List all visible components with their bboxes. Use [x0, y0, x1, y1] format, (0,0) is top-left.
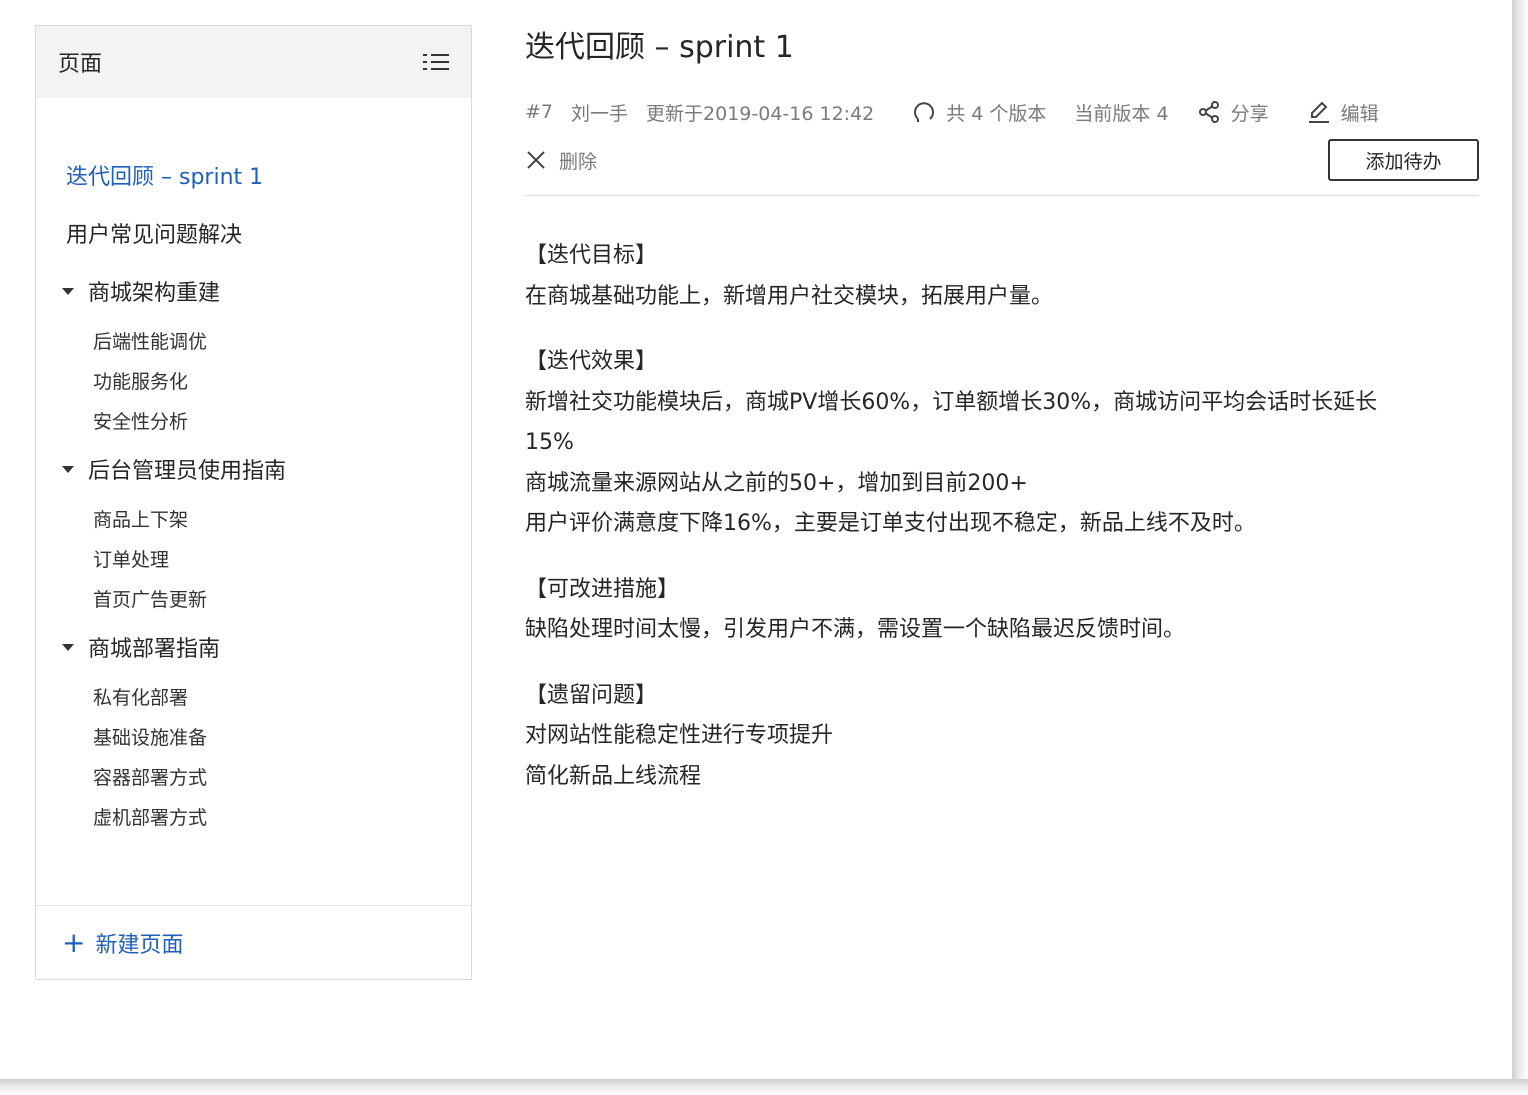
tree-item-vm-deploy[interactable]: 虚机部署方式 — [36, 796, 471, 836]
section-line: 对网站性能稳定性进行专项提升 — [525, 723, 834, 748]
sidebar-header: 页面 — [36, 26, 471, 98]
share-button[interactable]: 分享 — [1197, 99, 1269, 126]
tree-item-backend-tuning[interactable]: 后端性能调优 — [36, 320, 471, 360]
section-heading: 【迭代效果】 — [525, 349, 658, 374]
tree-item-homepage-ads[interactable]: 首页广告更新 — [36, 578, 471, 618]
tree-item-label: 虚机部署方式 — [93, 806, 208, 829]
section-effect: 【迭代效果】 新增社交功能模块后，商城PV增长60%，订单额增长30%，商城访问… — [525, 342, 1479, 545]
section-line: 缺陷处理时间太慢，引发用户不满，需设置一个缺陷最迟反馈时间。 — [525, 617, 1186, 642]
page-actions: 删除 添加待办 — [525, 139, 1479, 181]
tree-item-label: 容器部署方式 — [93, 766, 208, 789]
section-line: 商城流量来源网站从之前的50+，增加到目前200+ — [525, 470, 1028, 496]
page-id: #7 — [525, 101, 554, 123]
section-goal: 【迭代目标】 在商城基础功能上，新增用户社交模块，拓展用户量。 — [525, 236, 1479, 317]
tree-item-sprint-review[interactable]: 迭代回顾 – sprint 1 — [36, 146, 471, 204]
page-updated: 更新于2019-04-16 12:42 — [646, 102, 875, 125]
tree-item-label: 私有化部署 — [93, 686, 189, 709]
tree-item-security-analysis[interactable]: 安全性分析 — [36, 400, 471, 440]
section-open-issues: 【遗留问题】 对网站性能稳定性进行专项提升 简化新品上线流程 — [525, 676, 1479, 798]
section-improvements: 【可改进措施】 缺陷处理时间太慢，引发用户不满，需设置一个缺陷最迟反馈时间。 — [525, 570, 1479, 651]
tree-item-product-listing[interactable]: 商品上下架 — [36, 498, 471, 538]
new-page-label: 新建页面 — [95, 932, 184, 958]
share-icon — [1198, 101, 1219, 123]
versions-label: 共 4 个版本 — [946, 102, 1047, 125]
list-icon[interactable] — [423, 51, 449, 73]
caret-down-icon[interactable] — [62, 643, 74, 651]
tree-item-label: 订单处理 — [93, 548, 170, 571]
delete-label: 删除 — [559, 150, 598, 173]
caret-down-icon[interactable] — [62, 287, 74, 295]
page-meta: #7 刘一手 更新于2019-04-16 12:42 共 4 个版本 当前版本 … — [525, 97, 1479, 127]
page-tree: 迭代回顾 – sprint 1 用户常见问题解决 商城架构重建 后端性能调优 功… — [36, 98, 471, 836]
tree-item-label: 用户常见问题解决 — [66, 223, 243, 248]
section-line: 用户评价满意度下降16%，主要是订单支付出现不稳定，新品上线不及时。 — [525, 511, 1256, 536]
sidebar-title: 页面 — [58, 52, 103, 77]
versions-button[interactable]: 共 4 个版本 — [912, 99, 1046, 126]
section-line: 新增社交功能模块后，商城PV增长60%，订单额增长30%，商城访问平均会话时长延… — [525, 389, 1378, 415]
page-title: 迭代回顾 – sprint 1 — [525, 30, 794, 65]
section-heading: 【遗留问题】 — [525, 682, 658, 708]
tree-item-user-faq[interactable]: 用户常见问题解决 — [36, 204, 471, 262]
tree-item-label: 安全性分析 — [93, 410, 189, 433]
add-todo-button[interactable]: 添加待办 — [1328, 139, 1479, 181]
tree-item-label: 首页广告更新 — [93, 588, 208, 611]
edit-label: 编辑 — [1340, 102, 1379, 125]
tree-item-label: 商城部署指南 — [88, 637, 221, 662]
tree-item-private-deploy[interactable]: 私有化部署 — [36, 676, 471, 716]
tree-item-label: 迭代回顾 – sprint 1 — [66, 165, 264, 190]
tree-item-infrastructure[interactable]: 基础设施准备 — [36, 716, 471, 756]
edit-button[interactable]: 编辑 — [1307, 99, 1379, 126]
page-sidebar: 页面 迭代回顾 – sprint 1 用户常见问题解决 商城架构重建 后端性能调… — [35, 25, 472, 980]
new-page-button[interactable]: + 新建页面 — [36, 905, 471, 979]
tree-item-service-oriented[interactable]: 功能服务化 — [36, 360, 471, 400]
current-version: 当前版本 4 — [1074, 102, 1169, 125]
tree-item-label: 后端性能调优 — [93, 330, 208, 353]
history-icon — [914, 102, 935, 122]
section-line: 15% — [525, 430, 574, 455]
page-author[interactable]: 刘一手 — [571, 99, 628, 126]
caret-down-icon[interactable] — [62, 465, 74, 473]
window-shadow-bottom — [0, 1079, 1528, 1095]
pencil-icon — [1308, 101, 1329, 123]
close-icon — [527, 151, 545, 169]
plus-icon: + — [62, 925, 86, 959]
divider — [525, 195, 1479, 196]
tree-item-order-processing[interactable]: 订单处理 — [36, 538, 471, 578]
tree-item-label: 后台管理员使用指南 — [88, 459, 287, 484]
tree-item-label: 功能服务化 — [93, 370, 189, 393]
delete-button[interactable]: 删除 — [525, 147, 597, 174]
tree-item-admin-guide[interactable]: 后台管理员使用指南 — [36, 440, 471, 498]
tree-item-label: 基础设施准备 — [93, 726, 208, 749]
window-shadow-right — [1512, 0, 1528, 1095]
page-content: 迭代回顾 – sprint 1 #7 刘一手 更新于2019-04-16 12:… — [525, 25, 1479, 822]
tree-item-label: 商城架构重建 — [88, 281, 221, 306]
page-body: 【迭代目标】 在商城基础功能上，新增用户社交模块，拓展用户量。 【迭代效果】 新… — [525, 236, 1479, 797]
tree-item-deploy-guide[interactable]: 商城部署指南 — [36, 618, 471, 676]
section-heading: 【迭代目标】 — [525, 243, 658, 268]
tree-item-mall-architecture[interactable]: 商城架构重建 — [36, 262, 471, 320]
section-line: 简化新品上线流程 — [525, 763, 702, 789]
section-heading: 【可改进措施】 — [525, 576, 680, 602]
tree-item-label: 商品上下架 — [93, 508, 189, 531]
section-line: 在商城基础功能上，新增用户社交模块，拓展用户量。 — [525, 283, 1054, 309]
tree-item-container-deploy[interactable]: 容器部署方式 — [36, 756, 471, 796]
share-label: 分享 — [1230, 102, 1269, 125]
